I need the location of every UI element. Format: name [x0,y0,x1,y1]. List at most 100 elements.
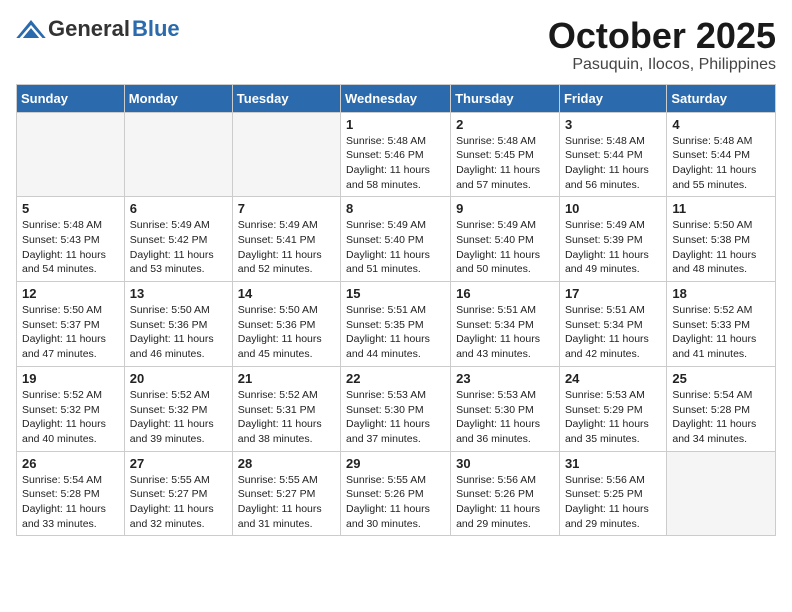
cell-info: Sunrise: 5:51 AM Sunset: 5:34 PM Dayligh… [456,303,554,362]
calendar-cell: 1 Sunrise: 5:48 AM Sunset: 5:46 PM Daylig… [341,112,451,197]
day-number: 13 [130,286,227,301]
cell-info: Sunrise: 5:49 AM Sunset: 5:40 PM Dayligh… [456,218,554,277]
day-number: 11 [672,201,770,216]
calendar-cell: 21 Sunrise: 5:52 AM Sunset: 5:31 PM Dayli… [232,366,340,451]
calendar-cell: 31Sunrise: 5:56 AM Sunset: 5:25 PM Dayli… [559,451,666,536]
calendar-cell: 16 Sunrise: 5:51 AM Sunset: 5:34 PM Dayli… [451,282,560,367]
weekday-header: Sunday [17,84,125,112]
day-number: 27 [130,456,227,471]
cell-info: Sunrise: 5:49 AM Sunset: 5:42 PM Dayligh… [130,218,227,277]
calendar-cell: 9 Sunrise: 5:49 AM Sunset: 5:40 PM Daylig… [451,197,560,282]
day-number: 17 [565,286,661,301]
day-number: 8 [346,201,445,216]
day-number: 3 [565,117,661,132]
day-number: 14 [238,286,335,301]
day-number: 23 [456,371,554,386]
calendar-cell: 7Sunrise: 5:49 AM Sunset: 5:41 PM Daylig… [232,197,340,282]
logo-icon [16,20,46,38]
day-number: 1 [346,117,445,132]
day-number: 28 [238,456,335,471]
calendar-cell: 5 Sunrise: 5:48 AM Sunset: 5:43 PM Daylig… [17,197,125,282]
cell-info: Sunrise: 5:48 AM Sunset: 5:46 PM Dayligh… [346,134,445,193]
day-number: 21 [238,371,335,386]
day-number: 25 [672,371,770,386]
calendar-cell [232,112,340,197]
calendar-week-row: 5 Sunrise: 5:48 AM Sunset: 5:43 PM Daylig… [17,197,776,282]
cell-info: Sunrise: 5:54 AM Sunset: 5:28 PM Dayligh… [22,473,119,532]
cell-info: Sunrise: 5:52 AM Sunset: 5:32 PM Dayligh… [22,388,119,447]
cell-info: Sunrise: 5:48 AM Sunset: 5:45 PM Dayligh… [456,134,554,193]
day-number: 31 [565,456,661,471]
calendar-cell: 30Sunrise: 5:56 AM Sunset: 5:26 PM Dayli… [451,451,560,536]
weekday-header: Tuesday [232,84,340,112]
weekday-header: Saturday [667,84,776,112]
cell-info: Sunrise: 5:49 AM Sunset: 5:39 PM Dayligh… [565,218,661,277]
day-number: 4 [672,117,770,132]
day-number: 18 [672,286,770,301]
logo: GeneralBlue [16,16,180,42]
cell-info: Sunrise: 5:55 AM Sunset: 5:27 PM Dayligh… [238,473,335,532]
page-header: GeneralBlue October 2025 Pasuquin, Iloco… [16,16,776,74]
calendar-cell: 25Sunrise: 5:54 AM Sunset: 5:28 PM Dayli… [667,366,776,451]
weekday-header-row: SundayMondayTuesdayWednesdayThursdayFrid… [17,84,776,112]
calendar-week-row: 1 Sunrise: 5:48 AM Sunset: 5:46 PM Daylig… [17,112,776,197]
day-number: 19 [22,371,119,386]
cell-info: Sunrise: 5:55 AM Sunset: 5:27 PM Dayligh… [130,473,227,532]
cell-info: Sunrise: 5:53 AM Sunset: 5:30 PM Dayligh… [346,388,445,447]
cell-info: Sunrise: 5:49 AM Sunset: 5:41 PM Dayligh… [238,218,335,277]
calendar-cell: 27 Sunrise: 5:55 AM Sunset: 5:27 PM Dayli… [124,451,232,536]
day-number: 22 [346,371,445,386]
calendar-cell [667,451,776,536]
weekday-header: Friday [559,84,666,112]
calendar-cell: 2Sunrise: 5:48 AM Sunset: 5:45 PM Daylig… [451,112,560,197]
cell-info: Sunrise: 5:48 AM Sunset: 5:44 PM Dayligh… [672,134,770,193]
calendar-cell: 17 Sunrise: 5:51 AM Sunset: 5:34 PM Dayli… [559,282,666,367]
calendar-cell: 24 Sunrise: 5:53 AM Sunset: 5:29 PM Dayli… [559,366,666,451]
cell-info: Sunrise: 5:50 AM Sunset: 5:36 PM Dayligh… [238,303,335,362]
cell-info: Sunrise: 5:52 AM Sunset: 5:33 PM Dayligh… [672,303,770,362]
day-number: 16 [456,286,554,301]
day-number: 6 [130,201,227,216]
day-number: 24 [565,371,661,386]
cell-info: Sunrise: 5:49 AM Sunset: 5:40 PM Dayligh… [346,218,445,277]
calendar-cell: 15Sunrise: 5:51 AM Sunset: 5:35 PM Dayli… [341,282,451,367]
weekday-header: Thursday [451,84,560,112]
logo-blue: Blue [132,16,180,42]
cell-info: Sunrise: 5:48 AM Sunset: 5:43 PM Dayligh… [22,218,119,277]
day-number: 20 [130,371,227,386]
title-area: October 2025 Pasuquin, Ilocos, Philippin… [548,16,776,74]
logo-general: General [48,16,130,42]
cell-info: Sunrise: 5:50 AM Sunset: 5:37 PM Dayligh… [22,303,119,362]
calendar-cell: 23 Sunrise: 5:53 AM Sunset: 5:30 PM Dayli… [451,366,560,451]
cell-info: Sunrise: 5:50 AM Sunset: 5:36 PM Dayligh… [130,303,227,362]
day-number: 15 [346,286,445,301]
cell-info: Sunrise: 5:56 AM Sunset: 5:26 PM Dayligh… [456,473,554,532]
cell-info: Sunrise: 5:53 AM Sunset: 5:29 PM Dayligh… [565,388,661,447]
weekday-header: Wednesday [341,84,451,112]
calendar-cell: 18 Sunrise: 5:52 AM Sunset: 5:33 PM Dayli… [667,282,776,367]
calendar-cell: 12 Sunrise: 5:50 AM Sunset: 5:37 PM Dayli… [17,282,125,367]
calendar-cell: 22 Sunrise: 5:53 AM Sunset: 5:30 PM Dayli… [341,366,451,451]
calendar-cell: 14 Sunrise: 5:50 AM Sunset: 5:36 PM Dayli… [232,282,340,367]
calendar-cell: 13 Sunrise: 5:50 AM Sunset: 5:36 PM Dayli… [124,282,232,367]
calendar-cell: 28 Sunrise: 5:55 AM Sunset: 5:27 PM Dayli… [232,451,340,536]
day-number: 29 [346,456,445,471]
calendar-cell: 8 Sunrise: 5:49 AM Sunset: 5:40 PM Daylig… [341,197,451,282]
cell-info: Sunrise: 5:51 AM Sunset: 5:34 PM Dayligh… [565,303,661,362]
weekday-header: Monday [124,84,232,112]
cell-info: Sunrise: 5:52 AM Sunset: 5:31 PM Dayligh… [238,388,335,447]
day-number: 5 [22,201,119,216]
cell-info: Sunrise: 5:55 AM Sunset: 5:26 PM Dayligh… [346,473,445,532]
cell-info: Sunrise: 5:48 AM Sunset: 5:44 PM Dayligh… [565,134,661,193]
calendar-week-row: 19 Sunrise: 5:52 AM Sunset: 5:32 PM Dayli… [17,366,776,451]
calendar-cell: 10 Sunrise: 5:49 AM Sunset: 5:39 PM Dayli… [559,197,666,282]
calendar-cell: 26Sunrise: 5:54 AM Sunset: 5:28 PM Dayli… [17,451,125,536]
day-number: 12 [22,286,119,301]
cell-info: Sunrise: 5:50 AM Sunset: 5:38 PM Dayligh… [672,218,770,277]
location: Pasuquin, Ilocos, Philippines [548,56,776,74]
calendar-cell: 20Sunrise: 5:52 AM Sunset: 5:32 PM Dayli… [124,366,232,451]
day-number: 10 [565,201,661,216]
calendar-cell: 4 Sunrise: 5:48 AM Sunset: 5:44 PM Daylig… [667,112,776,197]
day-number: 9 [456,201,554,216]
cell-info: Sunrise: 5:53 AM Sunset: 5:30 PM Dayligh… [456,388,554,447]
